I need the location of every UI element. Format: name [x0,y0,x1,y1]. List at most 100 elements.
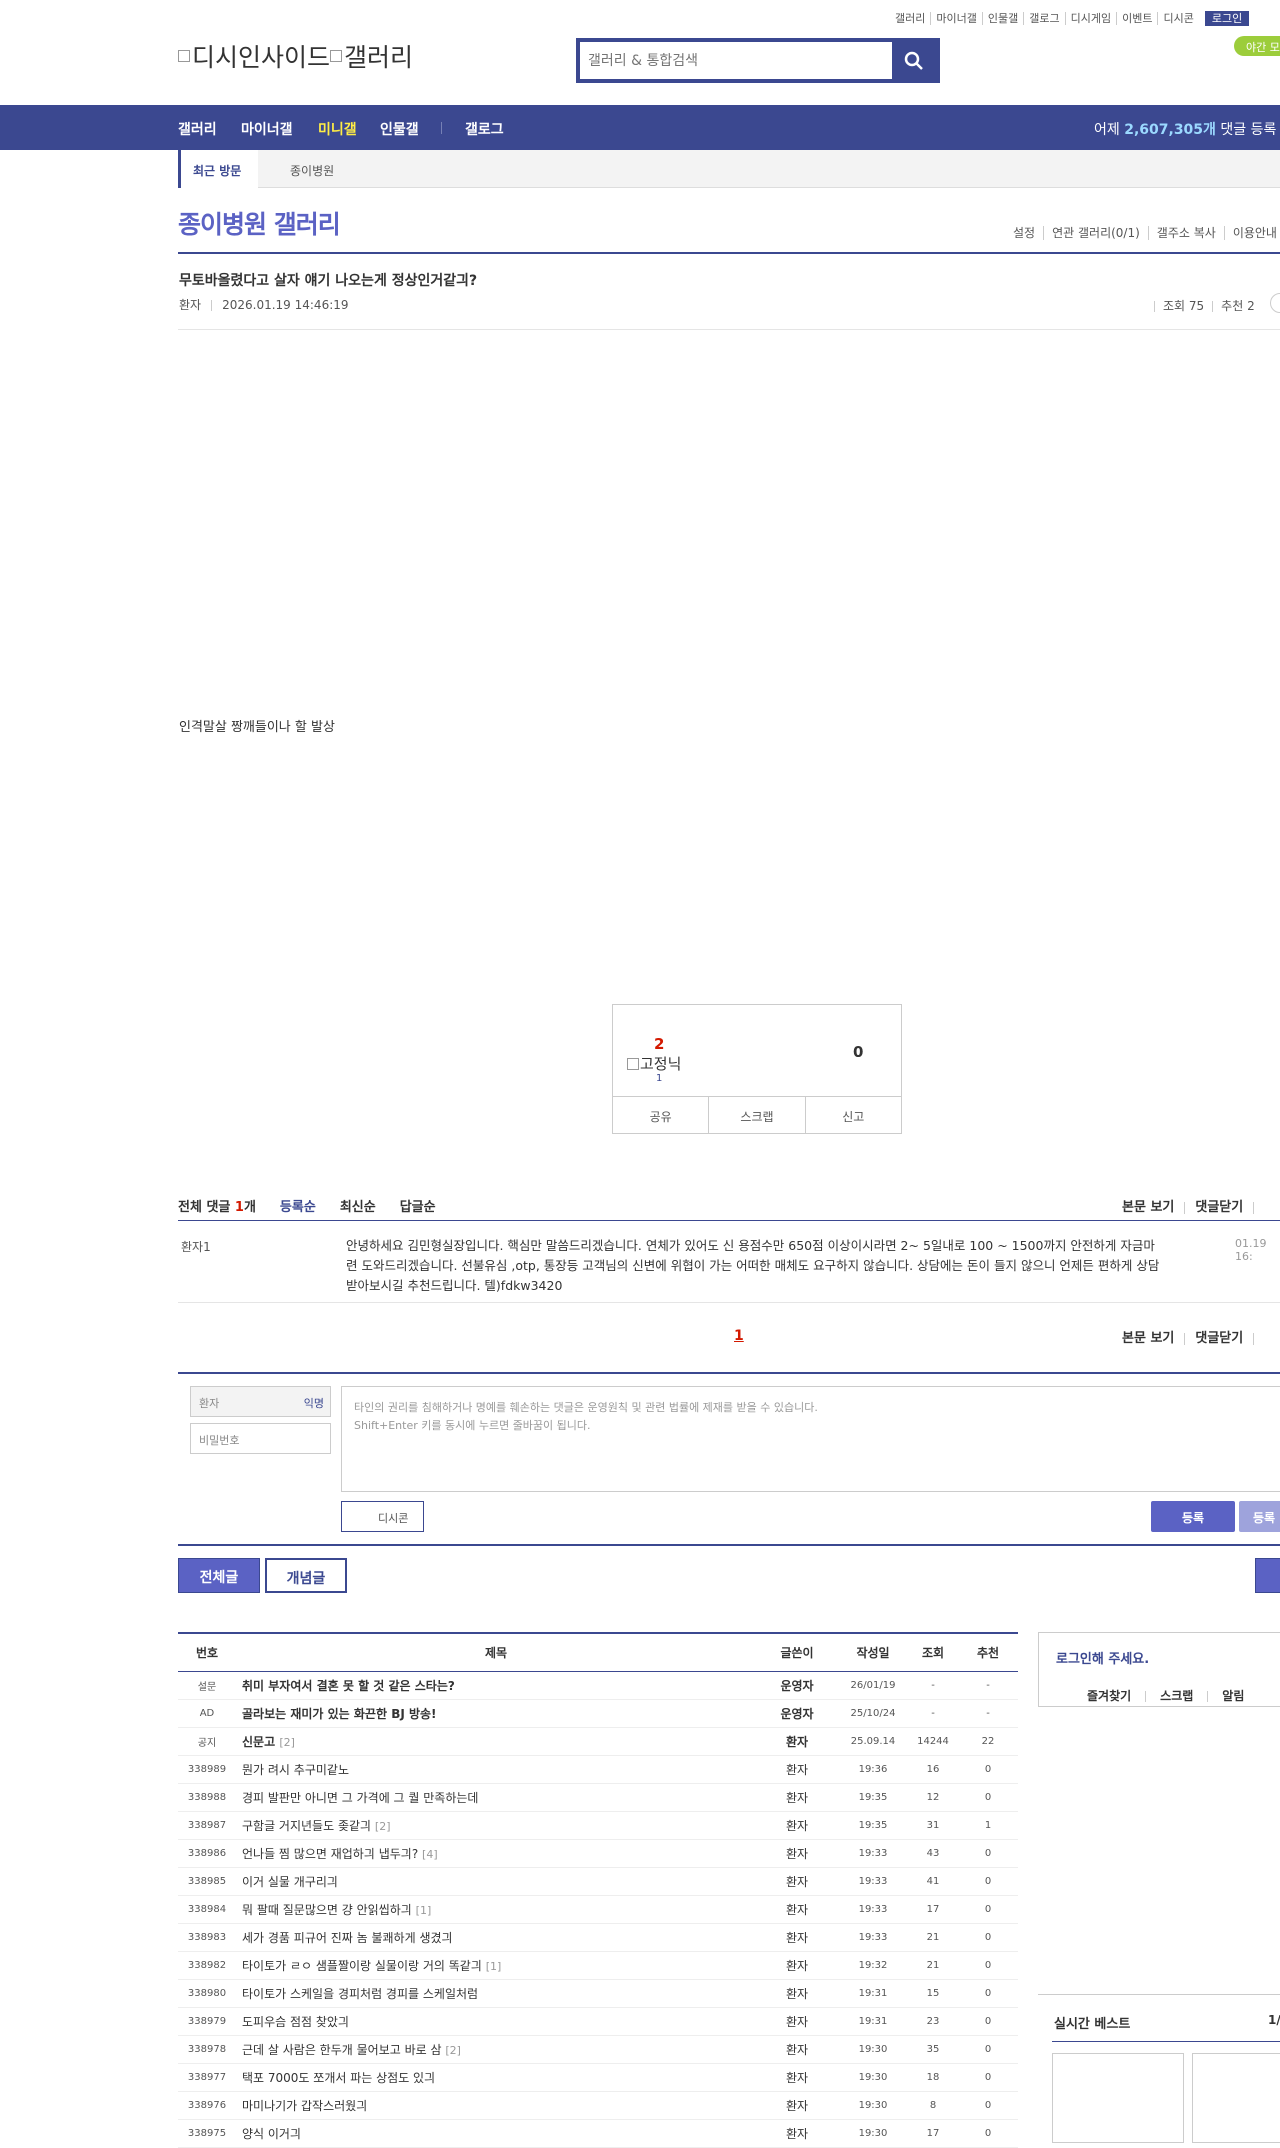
post-writer-text[interactable]: 운영자 [780,1679,813,1693]
sort-replies[interactable]: 답글순 [400,1200,436,1215]
post-writer-text[interactable]: 환자 [786,1819,808,1833]
site-logo[interactable]: 디시인사이드 갤러리 [178,38,413,74]
post-subject-text[interactable]: 언나들 찜 많으면 재업하긔 냅두긔? [242,1847,418,1861]
table-row[interactable]: AD 골라보는 재미가 있는 화끈한 BJ 방송! 운영자 25/10/24 - - [178,1699,1018,1728]
reply-count[interactable]: [2] [445,2044,461,2057]
table-row[interactable]: 338980 타이토가 스케일을 경피처럼 경피를 스케일처럼 환자 19:31 15 0 [178,1979,1018,2008]
post-writer-text[interactable]: 환자 [786,1959,808,1973]
util-link-dccon[interactable]: 디시콘 [1158,12,1198,25]
submit-button[interactable]: 등록 [1151,1501,1235,1532]
scrap-link[interactable]: 스크랩 [1160,1689,1193,1703]
post-subject-text[interactable]: 양식 이거긔 [242,2127,301,2141]
post-writer[interactable]: 환자 [756,1783,838,1812]
close-comments-button[interactable]: 댓글닫기 [1195,1200,1243,1215]
util-link-gallery[interactable]: 갤러리 [890,12,932,25]
post-writer[interactable]: 환자 [756,1727,838,1756]
post-subject[interactable]: 뭔가 려시 추구미같노 [236,1755,756,1784]
post-subject-text[interactable]: 구함글 거지년들도 좆같긔 [242,1819,371,1833]
report-button[interactable]: 신고 [804,1097,901,1133]
post-author[interactable]: 환자 [179,298,201,312]
dccon-button[interactable]: 디시콘 [341,1501,424,1532]
post-subject[interactable]: 세가 경품 피규어 진짜 놈 불쾌하게 생겼긔 [236,1923,756,1952]
post-writer[interactable]: 환자 [756,2091,838,2120]
post-writer-text[interactable]: 환자 [786,1903,808,1917]
post-writer[interactable]: 환자 [756,1895,838,1924]
comment-author[interactable]: 환자1 [181,1238,211,1255]
sort-latest[interactable]: 최신순 [340,1200,376,1215]
post-subject[interactable]: 언나들 찜 많으면 재업하긔 냅두긔? [4] [236,1839,756,1868]
table-row[interactable]: 338982 타이토가 ㄹㅇ 샘플짤이랑 실물이랑 거의 똑같긔 [1] 환자 19:… [178,1951,1018,1980]
share-button[interactable]: 공유 [613,1097,708,1133]
comment-page-1[interactable]: 1 [734,1328,744,1344]
best-thumbnail[interactable] [1192,2053,1280,2143]
post-writer-text[interactable]: 환자 [786,1987,808,2001]
fixed-nick-upvote[interactable]: 고정닉 [627,1053,681,1074]
util-link-gallog[interactable]: 갤로그 [1024,12,1066,25]
post-subject-text[interactable]: 이거 실물 개구리긔 [242,1875,338,1889]
table-row[interactable]: 338975 양식 이거긔 환자 19:30 17 0 [178,2119,1018,2148]
post-writer-text[interactable]: 환자 [786,2015,808,2029]
post-writer-text[interactable]: 환자 [786,2127,808,2141]
login-button[interactable]: 로그인 [1204,11,1250,26]
password-field[interactable]: 비밀번호 [190,1423,331,1454]
nickname-field[interactable]: 환자 익명 [190,1386,331,1417]
table-row[interactable]: 338989 뭔가 려시 추구미같노 환자 19:36 16 0 [178,1755,1018,1784]
post-writer[interactable]: 운영자 [756,1699,838,1728]
gallery-title[interactable]: 종이병원 갤러리 [178,205,341,241]
table-row[interactable]: 338987 구함글 거지년들도 좆같긔 [2] 환자 19:35 31 1 [178,1811,1018,1840]
night-mode-toggle[interactable]: 야간 모드 [1234,36,1280,56]
util-link-person[interactable]: 인물갤 [982,12,1025,25]
downvote-count[interactable]: 0 [853,1043,863,1061]
post-writer[interactable]: 환자 [756,2007,838,2036]
tab-all-posts[interactable]: 전체글 [178,1558,260,1593]
gnb-gallery[interactable]: 갤러리 [178,119,217,139]
close-comments-button[interactable]: 댓글닫기 [1195,1331,1243,1346]
search-input[interactable] [580,42,880,79]
best-thumbnail[interactable] [1052,2053,1184,2143]
table-row[interactable]: 338985 이거 실물 개구리긔 환자 19:33 41 0 [178,1867,1018,1896]
favorites-link[interactable]: 즐겨찾기 [1087,1689,1131,1703]
post-subject-text[interactable]: 근데 살 사람은 한두개 물어보고 바로 삼 [242,2043,442,2057]
post-subject[interactable]: 이거 실물 개구리긔 [236,1867,756,1896]
post-subject[interactable]: 뭐 팔때 질문많으면 걍 안읽씹하긔 [1] [236,1895,756,1924]
table-row[interactable]: 338977 택포 7000도 쪼개서 파는 상점도 있긔 환자 19:30 18 0 [178,2063,1018,2092]
table-row[interactable]: 설문 취미 부자여서 결혼 못 할 것 같은 스타는? 운영자 26/01/19 - - [178,1671,1018,1700]
post-subject-text[interactable]: 도피우슴 점점 찾았긔 [242,2015,349,2029]
post-writer[interactable]: 환자 [756,1923,838,1952]
post-writer-text[interactable]: 환자 [786,2099,808,2113]
post-subject[interactable]: 마미나기가 갑작스러웠긔 [236,2091,756,2120]
post-subject-text[interactable]: 타이토가 스케일을 경피처럼 경피를 스케일처럼 [242,1987,478,2001]
post-subject[interactable]: 신문고 [2] [236,1727,756,1756]
related-galleries[interactable]: 연관 갤러리(0/1) [1043,226,1148,240]
gnb-mini[interactable]: 미니갤 [318,119,357,139]
view-body-button[interactable]: 본문 보기 [1122,1331,1174,1346]
post-subject[interactable]: 근데 살 사람은 한두개 물어보고 바로 삼 [2] [236,2035,756,2064]
post-subject-text[interactable]: 뭔가 려시 추구미같노 [242,1763,349,1777]
post-subject-text[interactable]: 택포 7000도 쪼개서 파는 상점도 있긔 [242,2071,435,2085]
post-writer-text[interactable]: 환자 [786,2043,808,2057]
post-writer[interactable]: 환자 [756,2063,838,2092]
util-link-event[interactable]: 이벤트 [1117,12,1159,25]
util-link-minor[interactable]: 마이너갤 [931,12,983,25]
post-writer[interactable]: 환자 [756,1867,838,1896]
post-subject-text[interactable]: 경피 발판만 아니면 그 가격에 그 퀄 만족하는데 [242,1791,478,1805]
post-subject-text[interactable]: 골라보는 재미가 있는 화끈한 BJ 방송! [242,1707,437,1721]
post-writer-text[interactable]: 환자 [786,1735,808,1749]
post-writer-text[interactable]: 운영자 [780,1707,813,1721]
view-body-button[interactable]: 본문 보기 [1122,1200,1174,1215]
reply-count[interactable]: [1] [416,1904,432,1917]
tab-best-posts[interactable]: 개념글 [265,1558,347,1593]
post-subject[interactable]: 구함글 거지년들도 좆같긔 [2] [236,1811,756,1840]
post-subject[interactable]: 택포 7000도 쪼개서 파는 상점도 있긔 [236,2063,756,2092]
comment-textarea[interactable]: 타인의 권리를 침해하거나 명예를 훼손하는 댓글은 운영원칙 및 관련 법률에… [341,1386,1280,1492]
post-subject[interactable]: 경피 발판만 아니면 그 가격에 그 퀄 만족하는데 [236,1783,756,1812]
post-subject[interactable]: 타이토가 스케일을 경피처럼 경피를 스케일처럼 [236,1979,756,2008]
post-subject[interactable]: 도피우슴 점점 찾았긔 [236,2007,756,2036]
post-writer[interactable]: 환자 [756,1979,838,2008]
recent-gallery-link[interactable]: 종이병원 [290,162,334,179]
table-row[interactable]: 338978 근데 살 사람은 한두개 물어보고 바로 삼 [2] 환자 19:30 3… [178,2035,1018,2064]
post-writer-text[interactable]: 환자 [786,1875,808,1889]
reply-count[interactable]: [1] [486,1960,502,1973]
usage-guide[interactable]: 이용안내 [1223,226,1280,240]
reply-count[interactable]: [2] [279,1736,295,1749]
